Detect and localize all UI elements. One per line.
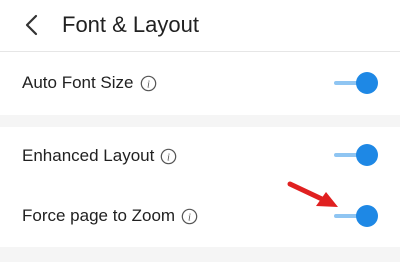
app-header: Font & Layout (0, 0, 400, 52)
svg-text:i: i (167, 152, 170, 163)
toggle-knob (356, 205, 378, 227)
enhanced-layout-toggle[interactable] (334, 143, 378, 167)
setting-label: Auto Font Size (22, 73, 134, 92)
info-icon[interactable]: i (181, 208, 198, 225)
setting-label: Force page to Zoom (22, 206, 176, 225)
info-icon[interactable]: i (140, 75, 157, 92)
section-divider (0, 115, 400, 127)
toggle-knob (356, 144, 378, 166)
info-icon[interactable]: i (160, 148, 177, 165)
auto-font-size-toggle[interactable] (334, 71, 378, 95)
setting-row-enhanced-layout[interactable]: Enhanced Layout i (0, 127, 400, 185)
svg-text:i: i (188, 212, 191, 223)
page-title: Font & Layout (62, 12, 199, 37)
setting-label: Enhanced Layout (22, 146, 155, 165)
bottom-section-divider (0, 247, 400, 262)
setting-row-auto-font-size[interactable]: Auto Font Size i (0, 53, 400, 115)
back-chevron-icon[interactable] (18, 10, 46, 40)
toggle-knob (356, 72, 378, 94)
red-arrow-icon (287, 181, 338, 207)
svg-text:i: i (147, 79, 150, 90)
